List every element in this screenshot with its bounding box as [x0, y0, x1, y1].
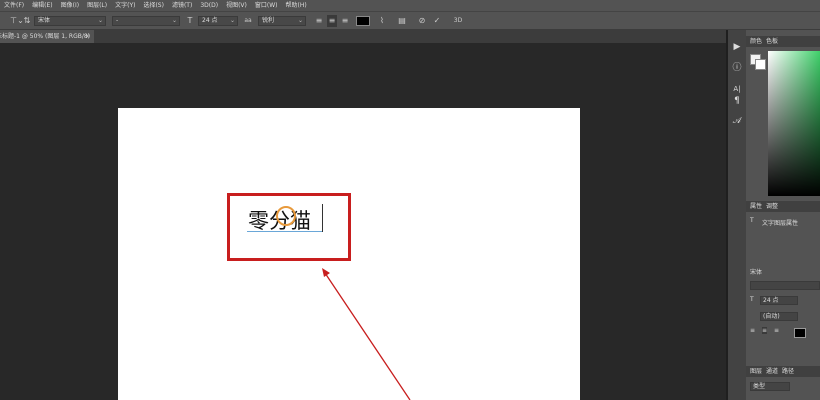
tab-channels[interactable]: 通道 — [766, 368, 778, 375]
properties-align-left-icon[interactable]: ≡ — [750, 327, 755, 334]
glyphs-icon[interactable]: 𝒜 — [730, 114, 744, 128]
paragraph-icon[interactable]: ¶ — [730, 94, 744, 108]
type-layer-icon: T — [750, 217, 754, 224]
properties-size-field[interactable]: 24 点 — [760, 296, 798, 305]
layers-filter-select[interactable]: 类型 — [750, 382, 790, 391]
info-icon[interactable]: ⓘ — [730, 61, 744, 75]
properties-color-swatch[interactable] — [794, 328, 806, 338]
properties-title: 文字图层属性 — [762, 220, 799, 227]
properties-font-label: 宋体 — [750, 269, 763, 276]
tab-paths[interactable]: 路径 — [782, 368, 794, 375]
tab-color[interactable]: 颜色 — [750, 38, 762, 45]
properties-leading-field[interactable]: (自动) — [760, 312, 798, 321]
tab-properties[interactable]: 属性 — [750, 203, 762, 210]
properties-align-right-icon[interactable]: ≡ — [774, 327, 779, 334]
tab-adjustments[interactable]: 调整 — [766, 203, 778, 210]
color-picker-field[interactable] — [768, 51, 820, 196]
properties-font-style-field[interactable] — [750, 281, 820, 290]
history-icon[interactable]: ▶ — [730, 40, 744, 54]
tab-layers[interactable]: 图层 — [750, 368, 762, 375]
properties-panel-header: 属性 调整 — [746, 201, 820, 212]
size-icon: T — [750, 296, 754, 303]
annotation-arrow — [322, 268, 411, 400]
background-color-swatch[interactable] — [755, 59, 766, 70]
layers-panel-header: 图层 通道 路径 — [746, 366, 820, 377]
color-panel-header: 颜色 色板 — [746, 36, 820, 47]
properties-align-center-icon[interactable]: ≡ — [762, 327, 768, 334]
panel-icon-strip: ▶ ⓘ A| ¶ 𝒜 — [728, 30, 746, 400]
tab-swatches[interactable]: 色板 — [766, 38, 778, 45]
